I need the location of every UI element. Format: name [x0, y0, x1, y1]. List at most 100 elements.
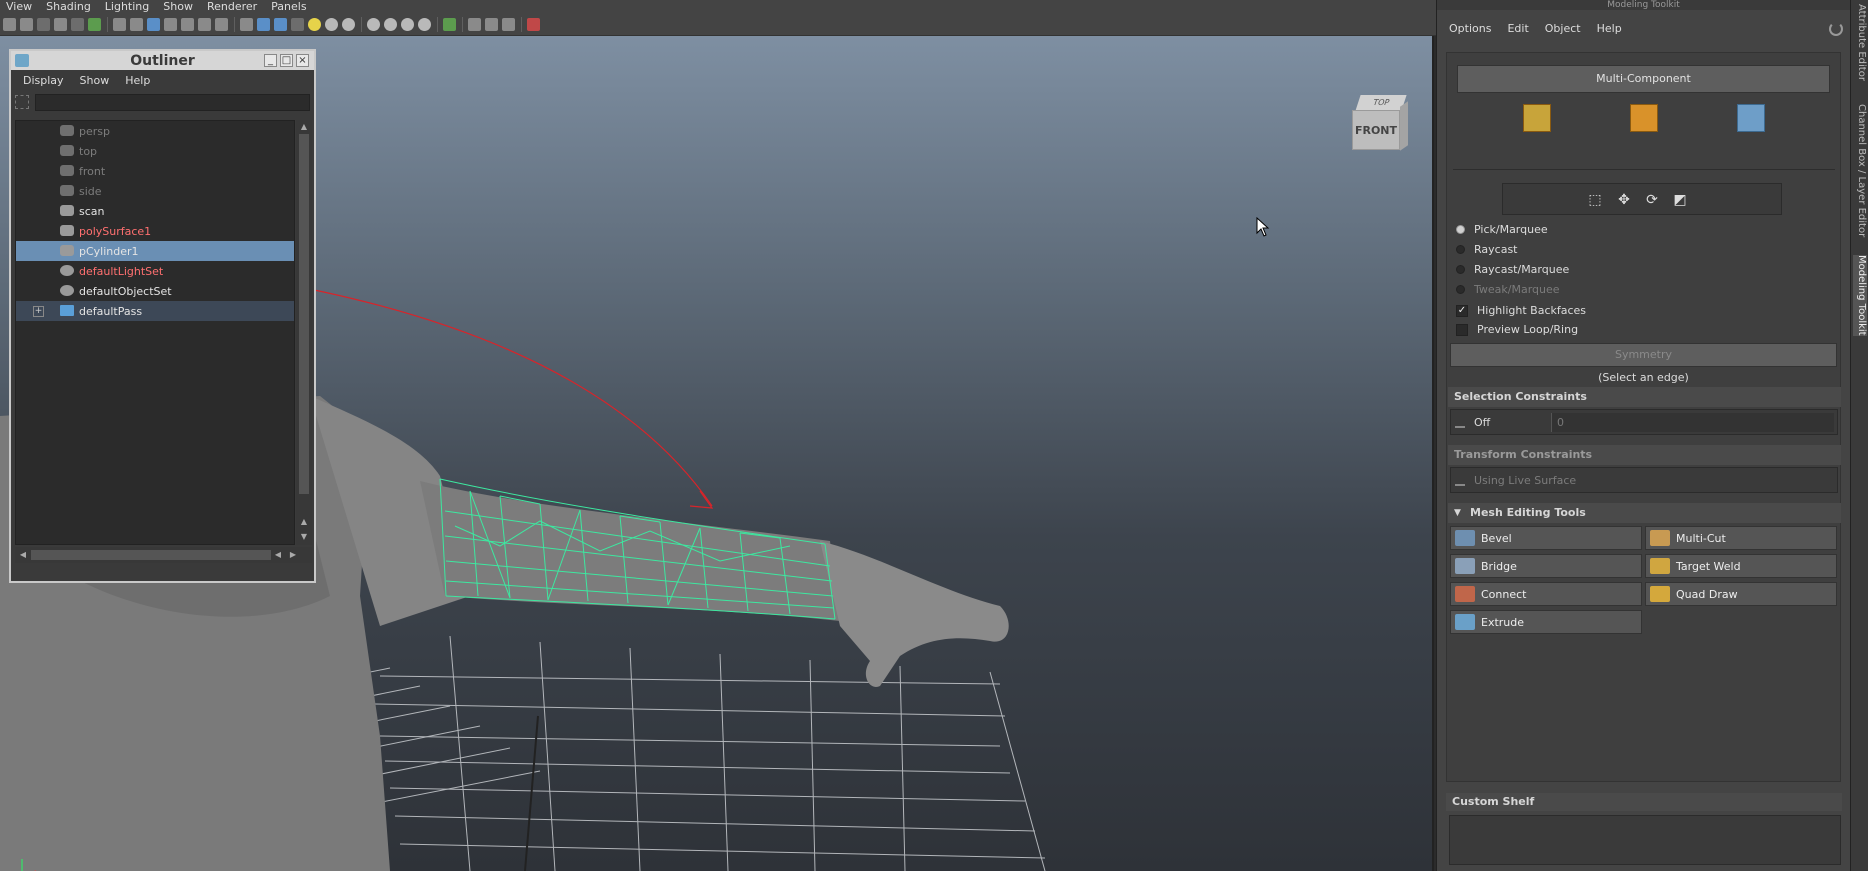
custom-shelf-header[interactable]: Custom Shelf [1446, 793, 1842, 811]
outliner-item-scan[interactable]: scan [16, 201, 294, 221]
expand-icon[interactable]: + [33, 306, 44, 317]
mode-pick-marquee[interactable]: Pick/Marquee [1456, 223, 1548, 236]
outliner-vertical-scrollbar[interactable]: ▲ ▲ ▼ [296, 120, 312, 545]
outliner-item-defaultpass[interactable]: + defaultPass [16, 301, 294, 321]
tab-modeling-toolkit[interactable]: Modeling Toolkit [1853, 255, 1867, 336]
tab-channel-box-layer-editor[interactable]: Channel Box / Layer Editor [1853, 104, 1867, 237]
safe-action-icon[interactable] [198, 17, 211, 31]
safe-title-icon[interactable] [215, 17, 228, 31]
view-cube-front[interactable]: FRONT [1352, 110, 1400, 150]
minimize-icon[interactable]: _ [264, 54, 277, 67]
bevel-button[interactable]: Bevel [1450, 526, 1642, 550]
view-cube-side[interactable] [1400, 101, 1408, 151]
textured-icon[interactable] [291, 17, 304, 31]
close-icon[interactable]: × [296, 54, 309, 67]
scroll-left-icon[interactable]: ◀ [18, 550, 28, 560]
menu-shading[interactable]: Shading [40, 0, 99, 13]
radio-icon[interactable] [1456, 265, 1465, 274]
outliner-item-pcylinder1[interactable]: pCylinder1 [16, 241, 294, 261]
highlight-backfaces-checkbox[interactable]: ✓ Highlight Backfaces [1456, 304, 1586, 317]
mesh-editing-tools-header[interactable]: ▼ Mesh Editing Tools [1448, 503, 1841, 523]
use-all-lights-icon[interactable] [308, 17, 321, 31]
toolkit-menu-object[interactable]: Object [1537, 22, 1589, 35]
scroll-up-icon[interactable]: ▲ [299, 517, 309, 527]
wireframe-on-shaded-icon[interactable] [274, 17, 287, 31]
selection-constraints-header[interactable]: Selection Constraints [1448, 387, 1841, 407]
radio-icon[interactable] [1456, 245, 1465, 254]
filter-icon[interactable] [15, 95, 29, 109]
view-cube-top[interactable]: TOP [1355, 95, 1407, 111]
scroll-right-icon[interactable]: ▶ [288, 550, 298, 560]
maximize-icon[interactable]: □ [280, 54, 293, 67]
isolate-select-icon[interactable] [418, 17, 431, 31]
rotate-icon[interactable]: ⟳ [1644, 192, 1660, 208]
shadows-icon[interactable] [325, 17, 338, 31]
radio-icon[interactable] [1456, 225, 1465, 234]
gate-mask-icon[interactable] [164, 17, 177, 31]
bookmarks-icon[interactable] [37, 17, 50, 31]
scroll-thumb[interactable] [299, 134, 309, 494]
menu-show[interactable]: Show [157, 0, 201, 13]
tab-attribute-editor[interactable]: Attribute Editor [1853, 4, 1867, 81]
outliner-item-top[interactable]: top [16, 141, 294, 161]
select-camera-icon[interactable] [3, 17, 16, 31]
vertex-mode-icon[interactable] [1523, 104, 1551, 132]
quad-draw-button[interactable]: Quad Draw [1645, 582, 1837, 606]
checkbox-icon[interactable] [1456, 323, 1468, 336]
outliner-item-persp[interactable]: persp [16, 121, 294, 141]
marquee-icon[interactable]: ⬚ [1587, 192, 1603, 208]
outliner-titlebar[interactable]: Outliner _ □ × [11, 51, 314, 70]
outliner-menu-display[interactable]: Display [15, 74, 72, 87]
scroll-up-icon[interactable]: ▲ [299, 122, 309, 132]
connect-button[interactable]: Connect [1450, 582, 1642, 606]
depth-of-field-icon[interactable] [401, 17, 414, 31]
custom-shelf-area[interactable] [1449, 815, 1841, 865]
outliner-item-polysurface1[interactable]: polySurface1 [16, 221, 294, 241]
multi-cut-button[interactable]: Multi-Cut [1645, 526, 1837, 550]
mode-raycast-marquee[interactable]: Raycast/Marquee [1456, 263, 1569, 276]
xray-icon[interactable] [443, 17, 456, 31]
scroll-down-icon[interactable]: ▼ [299, 532, 309, 542]
transform-constraints-header[interactable]: Transform Constraints [1448, 445, 1841, 465]
field-chart-icon[interactable] [181, 17, 194, 31]
scale-icon[interactable]: ◩ [1672, 192, 1688, 208]
outliner-item-side[interactable]: side [16, 181, 294, 201]
xray-active-icon[interactable] [485, 17, 498, 31]
grease-pencil-icon[interactable] [71, 17, 84, 31]
menu-view[interactable]: View [0, 0, 40, 13]
image-plane-icon[interactable] [54, 17, 67, 31]
view-cube[interactable]: TOP FRONT [1352, 95, 1408, 161]
outliner-menu-show[interactable]: Show [72, 74, 118, 87]
toolkit-menu-help[interactable]: Help [1589, 22, 1630, 35]
power-icon[interactable] [1829, 22, 1843, 36]
outliner-menu-help[interactable]: Help [117, 74, 158, 87]
menu-renderer[interactable]: Renderer [201, 0, 265, 13]
bridge-button[interactable]: Bridge [1450, 554, 1642, 578]
grid-icon[interactable] [113, 17, 126, 31]
face-mode-icon[interactable] [1737, 104, 1765, 132]
xray-joints-icon[interactable] [468, 17, 481, 31]
outliner-item-front[interactable]: front [16, 161, 294, 181]
constraint-value-field[interactable]: 0 [1551, 413, 1834, 432]
motion-blur-icon[interactable] [367, 17, 380, 31]
multi-component-button[interactable]: Multi-Component [1457, 65, 1830, 93]
menu-lighting[interactable]: Lighting [99, 0, 157, 13]
outliner-item-defaultobjectset[interactable]: defaultObjectSet [16, 281, 294, 301]
resolution-gate-icon[interactable] [147, 17, 160, 31]
smooth-shade-icon[interactable] [257, 17, 270, 31]
toolkit-menu-options[interactable]: Options [1441, 22, 1499, 35]
move-icon[interactable]: ✥ [1616, 192, 1632, 208]
camera-attributes-icon[interactable] [20, 17, 33, 31]
scroll-left-icon[interactable]: ◀ [273, 550, 283, 560]
checkbox-icon[interactable]: ✓ [1456, 304, 1468, 317]
selection-constraint-row[interactable]: Off 0 [1450, 409, 1838, 435]
hud-icon[interactable] [527, 17, 540, 31]
two-d-pan-zoom-icon[interactable] [88, 17, 101, 31]
wireframe-icon[interactable] [240, 17, 253, 31]
screen-space-ao-icon[interactable] [342, 17, 355, 31]
outliner-horizontal-scrollbar[interactable]: ◀ ◀ ▶ [15, 547, 312, 563]
extrude-button[interactable]: Extrude [1450, 610, 1642, 634]
edge-mode-icon[interactable] [1630, 104, 1658, 132]
backface-culling-icon[interactable] [502, 17, 515, 31]
preview-loop-ring-checkbox[interactable]: Preview Loop/Ring [1456, 323, 1578, 336]
